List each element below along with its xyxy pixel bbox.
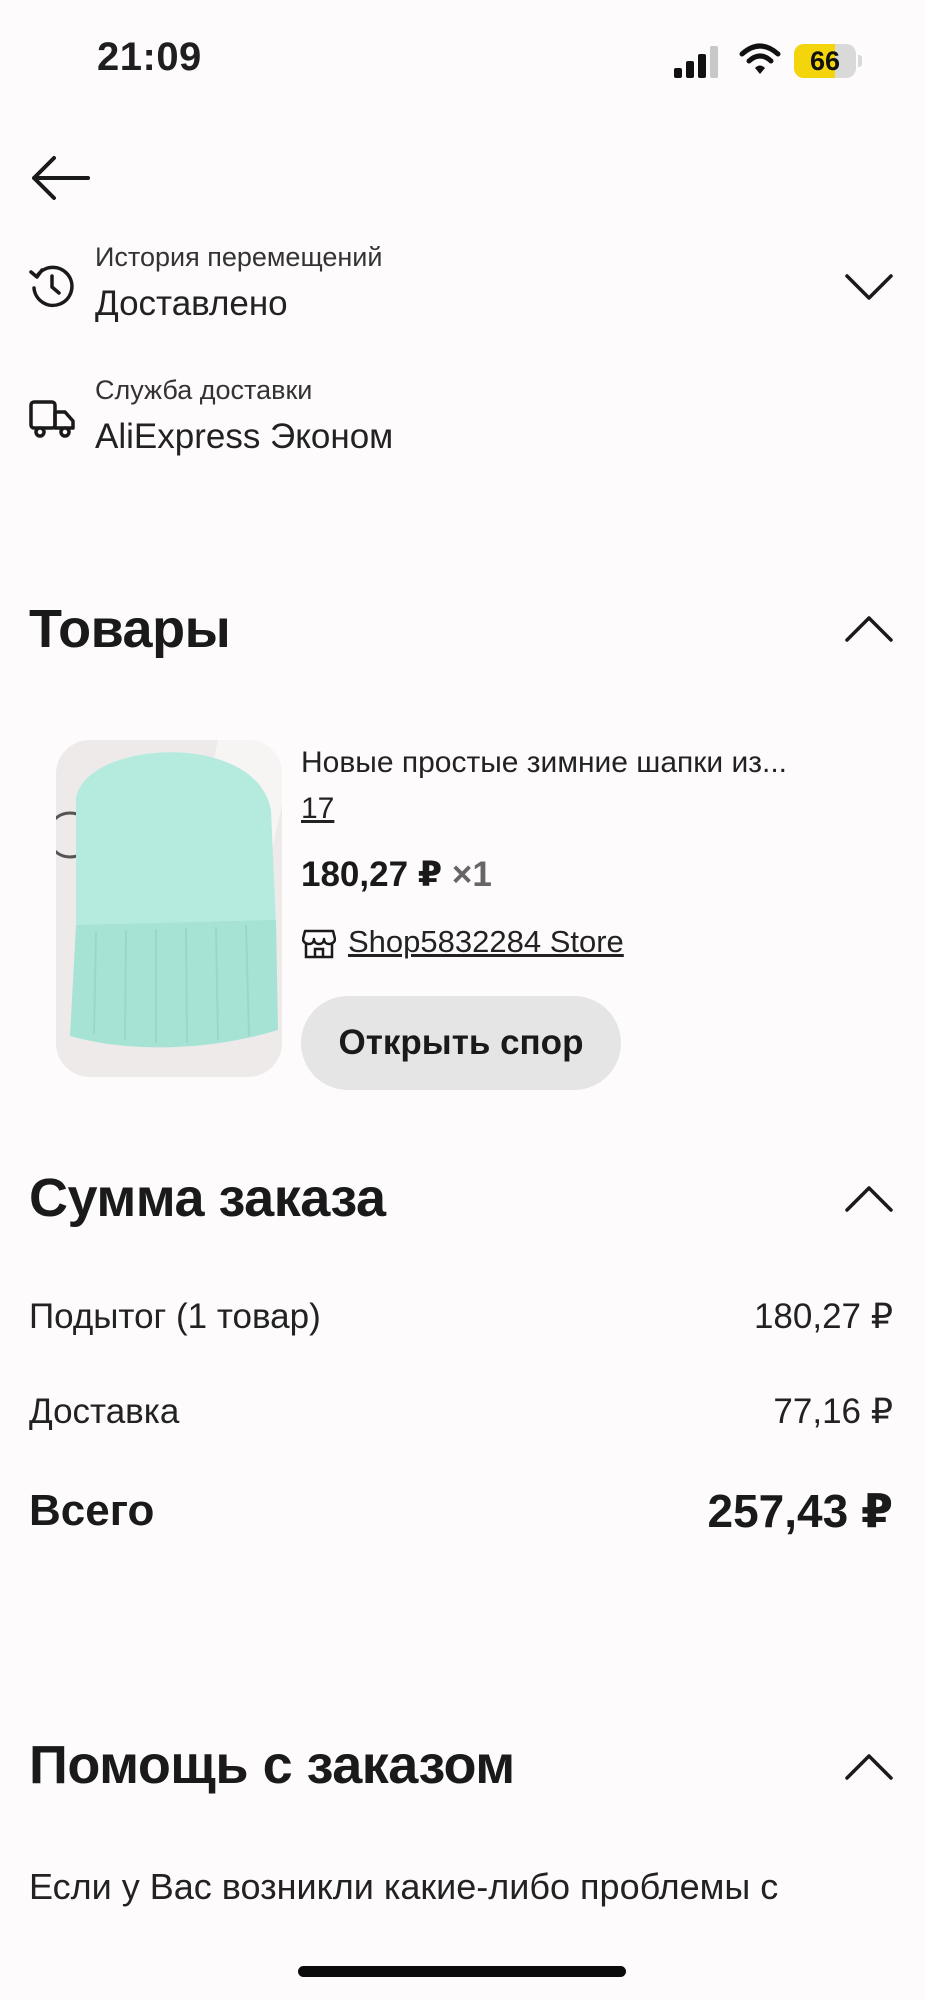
store-icon [302,929,336,959]
history-label: История перемещений [95,242,383,272]
subtotal-label: Подытог (1 товар) [29,1297,321,1336]
knit-hat-picture [56,740,282,1077]
delivery-service-value: AliExpress Эконом [95,417,394,456]
subtotal-value: 180,27 ₽ [753,1297,893,1336]
open-dispute-button[interactable]: Открыть спор [301,996,621,1090]
chevron-down-icon[interactable] [843,270,895,304]
status-time: 21:09 [97,35,202,79]
history-clock-icon [29,265,74,308]
delivery-cost-label: Доставка [29,1392,180,1431]
order-help-title: Помощь с заказом [29,1735,515,1795]
battery-indicator: 66 [794,44,864,78]
chevron-up-icon[interactable] [843,612,895,646]
product-quantity: ×1 [451,855,492,894]
history-status: Доставлено [95,284,288,323]
products-section-title: Товары [29,599,231,659]
product-price: 180,27 ₽ [301,855,443,894]
delivery-cost-value: 77,16 ₽ [773,1392,893,1431]
battery-level-text: 66 [809,46,841,76]
home-indicator[interactable] [298,1966,626,1977]
order-sum-title: Сумма заказа [29,1168,386,1228]
chevron-up-icon[interactable] [843,1750,895,1784]
product-image[interactable] [56,740,282,1077]
delivery-service-label: Служба доставки [95,375,313,405]
product-variant[interactable]: 17 [301,792,334,826]
wifi-icon [739,43,781,74]
product-price-line: 180,27 ₽ ×1 [301,855,492,895]
truck-icon [29,400,75,438]
cellular-signal-icon [674,46,718,78]
total-value: 257,43 ₽ [707,1485,893,1537]
help-description: Если у Вас возникли какие-либо проблемы … [29,1866,779,1907]
store-link[interactable]: Shop5832284 Store [348,924,624,960]
product-title[interactable]: Новые простые зимние шапки из... [301,746,787,780]
total-label: Всего [29,1486,155,1535]
back-arrow-icon[interactable] [28,150,92,206]
chevron-up-icon[interactable] [843,1182,895,1216]
